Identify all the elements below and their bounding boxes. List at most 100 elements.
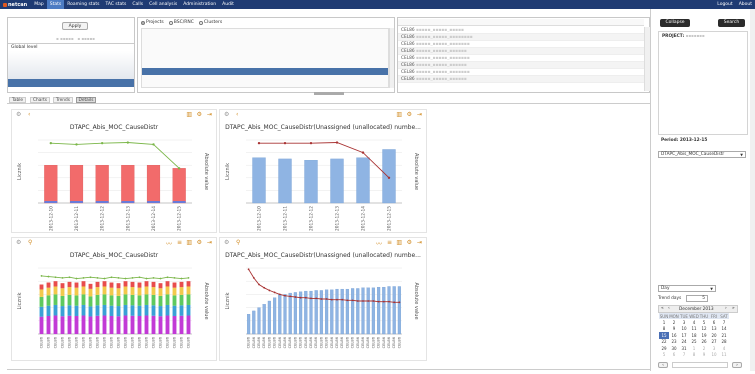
data-point[interactable] (382, 300, 385, 303)
bar-segment[interactable] (67, 305, 72, 316)
data-point[interactable] (152, 143, 155, 146)
data-point[interactable] (54, 276, 57, 279)
data-point[interactable] (173, 277, 176, 279)
list-item[interactable]: CEL86 ▪▪▪▪▪_▪▪▪▪▪_▪▪▪▪▪▪▪▪ (398, 34, 644, 41)
bar[interactable] (44, 165, 58, 204)
bar-base-segment[interactable] (44, 201, 58, 203)
data-point[interactable] (320, 298, 323, 300)
bar-segment[interactable] (172, 287, 177, 296)
bar[interactable] (121, 165, 135, 204)
bar[interactable] (283, 294, 287, 335)
data-point[interactable] (145, 277, 148, 280)
data-point[interactable] (100, 141, 104, 145)
data-point[interactable] (289, 295, 292, 298)
bar[interactable] (293, 292, 297, 335)
bar[interactable] (335, 288, 339, 335)
data-point[interactable] (159, 277, 162, 280)
nav-logout[interactable]: Logout (714, 0, 735, 9)
bar-segment[interactable] (123, 304, 128, 316)
level-list[interactable] (8, 51, 134, 79)
bar-segment[interactable] (95, 287, 100, 295)
calendar-day[interactable]: 10 (709, 351, 719, 357)
data-point[interactable] (294, 296, 297, 298)
bar-segment[interactable] (172, 305, 177, 316)
data-point[interactable] (351, 299, 354, 302)
calendar-day[interactable]: 6 (669, 351, 679, 357)
data-point[interactable] (273, 291, 276, 294)
data-point[interactable] (110, 276, 113, 279)
bar-segment[interactable] (95, 305, 100, 316)
calendar-prev-button[interactable]: ‹ (658, 362, 668, 368)
bar[interactable] (146, 165, 161, 204)
data-point[interactable] (96, 277, 99, 279)
collapse-button[interactable]: Collapse (660, 19, 690, 27)
bar-segment[interactable] (165, 315, 170, 334)
data-point[interactable] (247, 268, 250, 271)
bar[interactable] (252, 157, 266, 204)
bar-segment[interactable] (165, 304, 170, 316)
data-point[interactable] (180, 277, 183, 280)
bar-segment[interactable] (144, 286, 149, 295)
prev-year-icon[interactable]: « (661, 306, 664, 311)
bar[interactable] (330, 289, 334, 335)
bar[interactable] (172, 168, 186, 204)
bar-segment[interactable] (46, 287, 51, 296)
bar-segment[interactable] (88, 283, 93, 289)
bar-segment[interactable] (53, 286, 58, 295)
bar[interactable] (273, 297, 277, 335)
data-point[interactable] (252, 277, 255, 279)
bar-segment[interactable] (53, 315, 58, 334)
data-point[interactable] (377, 300, 380, 303)
bar[interactable] (351, 288, 355, 335)
data-point[interactable] (166, 276, 169, 279)
bar[interactable] (382, 149, 396, 204)
list-item[interactable]: CEL86 ▪▪▪▪▪_▪▪▪▪▪_▪▪▪▪▪▪ (398, 76, 644, 83)
data-point[interactable] (131, 277, 134, 279)
bar-segment[interactable] (158, 316, 163, 334)
bar-segment[interactable] (151, 294, 156, 306)
calendar-next-button[interactable]: › (732, 362, 742, 368)
data-point[interactable] (152, 277, 155, 279)
nav-roaming-stats[interactable]: Roaming stats (64, 0, 102, 9)
bar-segment[interactable] (116, 283, 121, 289)
bar[interactable] (69, 165, 84, 204)
bar-segment[interactable] (144, 294, 149, 305)
bar[interactable] (278, 294, 282, 335)
bar-segment[interactable] (46, 315, 51, 334)
data-point[interactable] (336, 298, 338, 301)
bar-base-segment[interactable] (95, 201, 109, 203)
bar-segment[interactable] (116, 306, 121, 317)
calendar-range-slider[interactable] (672, 362, 728, 368)
bar-segment[interactable] (39, 316, 44, 334)
bar-segment[interactable] (186, 315, 191, 334)
bar-segment[interactable] (158, 283, 163, 289)
bar[interactable] (340, 288, 344, 335)
bar-segment[interactable] (109, 287, 114, 296)
data-point[interactable] (315, 297, 318, 300)
data-point[interactable] (47, 275, 50, 278)
bar-segment[interactable] (109, 282, 114, 288)
bar-segment[interactable] (186, 281, 191, 287)
nav-about[interactable]: About (736, 0, 755, 9)
bar-segment[interactable] (130, 281, 135, 288)
bar-segment[interactable] (179, 287, 184, 295)
bar-segment[interactable] (172, 282, 177, 288)
splitter-handle[interactable] (314, 92, 344, 95)
data-point[interactable] (299, 296, 302, 299)
bar[interactable] (361, 287, 365, 335)
bar-segment[interactable] (88, 296, 93, 307)
prev-month-icon[interactable]: ‹ (668, 306, 670, 311)
bar-segment[interactable] (137, 295, 142, 306)
list-item[interactable]: CEL86 ▪▪▪▪▪_▪▪▪▪▪_▪▪▪▪▪▪ (398, 62, 644, 69)
list-item[interactable]: CEL86 ▪▪▪▪▪_▪▪▪▪▪_▪▪▪▪▪▪▪ (398, 41, 644, 48)
bar-segment[interactable] (102, 281, 107, 287)
nav-tac-stats[interactable]: TAC stats (102, 0, 129, 9)
bar-segment[interactable] (130, 305, 135, 316)
bar-segment[interactable] (102, 304, 107, 316)
data-point[interactable] (117, 277, 120, 279)
bar[interactable] (262, 304, 266, 335)
bar[interactable] (257, 307, 261, 335)
calendar-day[interactable]: 8 (689, 351, 699, 357)
level-list-selected[interactable] (8, 79, 134, 87)
bar-segment[interactable] (53, 294, 58, 305)
